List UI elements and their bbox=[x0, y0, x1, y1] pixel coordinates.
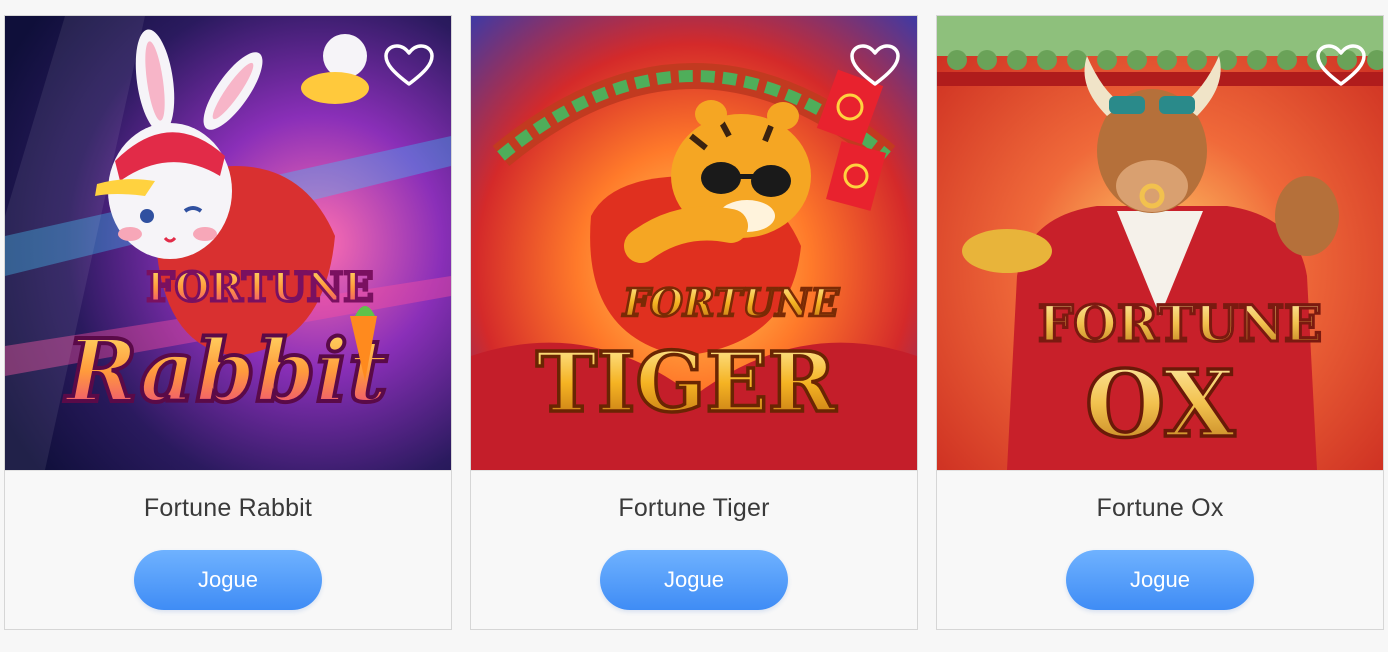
logo-bottom-text: OX bbox=[1085, 350, 1236, 458]
game-title: Fortune Ox bbox=[1096, 494, 1224, 522]
game-title: Fortune Tiger bbox=[618, 494, 770, 522]
logo-bottom-text: TIGER bbox=[536, 335, 837, 431]
heart-outline-icon[interactable] bbox=[849, 44, 901, 88]
play-button[interactable]: Jogue bbox=[1066, 550, 1254, 610]
game-grid: FORTUNE Rabbit Fortune Rabbit Jogue FORT… bbox=[4, 15, 1386, 633]
logo-top-text: FORTUNE bbox=[622, 280, 840, 325]
heart-outline-icon[interactable] bbox=[1315, 44, 1367, 88]
play-button[interactable]: Jogue bbox=[600, 550, 788, 610]
logo-top-text: FORTUNE bbox=[146, 264, 373, 311]
game-card-fortune-tiger: FORTUNE TIGER Fortune Tiger Jogue bbox=[470, 15, 918, 630]
play-button[interactable]: Jogue bbox=[134, 550, 322, 610]
game-thumbnail[interactable]: FORTUNE Rabbit bbox=[5, 16, 451, 471]
game-title: Fortune Rabbit bbox=[143, 494, 313, 522]
logo-bottom-text: Rabbit bbox=[63, 321, 388, 422]
game-card-fortune-rabbit: FORTUNE Rabbit Fortune Rabbit Jogue bbox=[4, 15, 452, 630]
game-thumbnail[interactable]: FORTUNE TIGER bbox=[471, 16, 917, 471]
logo-top-text: FORTUNE bbox=[1038, 294, 1322, 353]
heart-outline-icon[interactable] bbox=[383, 44, 435, 88]
game-thumbnail[interactable]: FORTUNE OX bbox=[937, 16, 1383, 471]
game-card-fortune-ox: FORTUNE OX Fortune Ox Jogue bbox=[936, 15, 1384, 630]
